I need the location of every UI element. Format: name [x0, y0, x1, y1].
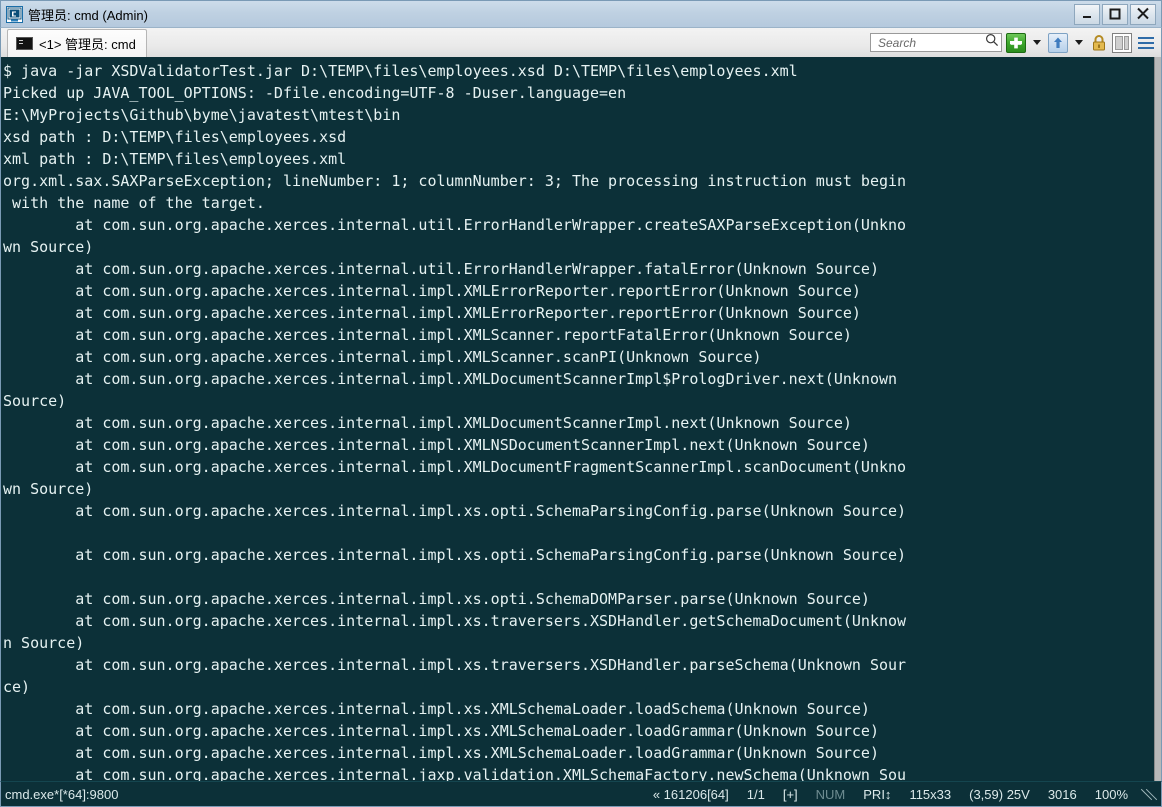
terminal-line: at com.sun.org.apache.xerces.internal.im…: [3, 700, 870, 718]
terminal-line: n Source): [3, 634, 85, 652]
search-icon[interactable]: [985, 33, 999, 52]
minimize-button[interactable]: [1074, 3, 1100, 25]
terminal-line: at com.sun.org.apache.xerces.internal.im…: [3, 370, 898, 388]
search-input[interactable]: [876, 34, 983, 51]
terminal-line: wn Source): [3, 238, 94, 256]
terminal-line: wn Source): [3, 480, 94, 498]
terminal-line: at com.sun.org.apache.xerces.internal.im…: [3, 304, 861, 322]
window-controls: [1074, 3, 1159, 25]
terminal-line: at com.sun.org.apache.xerces.internal.im…: [3, 414, 852, 432]
status-lines: 3016: [1047, 786, 1077, 802]
terminal-line: Picked up JAVA_TOOL_OPTIONS: -Dfile.enco…: [3, 84, 627, 102]
status-num: NUM: [815, 786, 846, 802]
terminal-line: at com.sun.org.apache.xerces.internal.im…: [3, 458, 907, 476]
lock-icon[interactable]: [1090, 33, 1108, 53]
terminal-line: Source): [3, 392, 67, 410]
status-process: cmd.exe*[*64]:9800: [5, 786, 119, 802]
resize-grip[interactable]: [1141, 786, 1157, 802]
terminal-output[interactable]: $ java -jar XSDValidatorTest.jar D:\TEMP…: [1, 57, 1154, 781]
terminal-line: at com.sun.org.apache.xerces.internal.im…: [3, 656, 907, 674]
new-tab-button[interactable]: [1006, 32, 1026, 53]
terminal-line: at com.sun.org.apache.xerces.internal.im…: [3, 612, 907, 630]
terminal-line: at com.sun.org.apache.xerces.internal.ut…: [3, 216, 907, 234]
tab-label: <1> 管理员: cmd: [39, 37, 136, 52]
terminal-line: at com.sun.org.apache.xerces.internal.im…: [3, 502, 907, 520]
status-plus: [+]: [782, 786, 798, 802]
terminal-line: at com.sun.org.apache.xerces.internal.ja…: [3, 766, 907, 781]
terminal-line: xml path : D:\TEMP\files\employees.xml: [3, 150, 347, 168]
terminal-line: at com.sun.org.apache.xerces.internal.im…: [3, 546, 907, 564]
terminal-line: xsd path : D:\TEMP\files\employees.xsd: [3, 128, 347, 146]
chevron-down-icon-new-tab[interactable]: [1033, 40, 1041, 45]
terminal-line: at com.sun.org.apache.xerces.internal.im…: [3, 348, 762, 366]
status-size: 115x33: [909, 786, 952, 802]
terminal-scrollbar[interactable]: [1154, 57, 1161, 781]
console-icon: [16, 37, 33, 50]
console-window-icon: [5, 5, 23, 23]
status-zoom: 100%: [1094, 786, 1128, 802]
panes-icon[interactable]: [1112, 32, 1132, 53]
info-button[interactable]: [1048, 32, 1068, 53]
terminal-line: at com.sun.org.apache.xerces.internal.im…: [3, 282, 861, 300]
status-cursor: (3,59) 25V: [969, 786, 1030, 802]
terminal-line: at com.sun.org.apache.xerces.internal.im…: [3, 326, 852, 344]
status-bar: cmd.exe*[*64]:9800 « 161206[64] 1/1 [+] …: [0, 781, 1162, 807]
menu-icon[interactable]: [1136, 33, 1156, 53]
terminal-line: with the name of the target.: [3, 194, 265, 212]
terminal-line: at com.sun.org.apache.xerces.internal.im…: [3, 436, 870, 454]
title-bar[interactable]: 管理员: cmd (Admin): [0, 0, 1162, 28]
toolbar: [870, 28, 1161, 57]
status-right-group: « 161206[64] 1/1 [+] NUM PRI↕ 115x33 (3,…: [644, 786, 1161, 802]
terminal-area[interactable]: $ java -jar XSDValidatorTest.jar D:\TEMP…: [0, 57, 1162, 781]
terminal-line: at com.sun.org.apache.xerces.internal.im…: [3, 590, 870, 608]
terminal-line: at com.sun.org.apache.xerces.internal.ut…: [3, 260, 879, 278]
window-title: 管理员: cmd (Admin): [28, 7, 148, 23]
terminal-line: $ java -jar XSDValidatorTest.jar D:\TEMP…: [3, 62, 798, 80]
tab-strip: <1> 管理员: cmd: [0, 28, 1162, 57]
terminal-line: at com.sun.org.apache.xerces.internal.im…: [3, 722, 879, 740]
status-page: 1/1: [746, 786, 765, 802]
status-build: « 161206[64]: [652, 786, 729, 802]
chevron-down-icon-info[interactable]: [1075, 40, 1083, 45]
console-window: 管理员: cmd (Admin) <1> 管理员: cmd Search $ j…: [0, 0, 1162, 807]
search-box[interactable]: [870, 33, 1002, 52]
terminal-line: org.xml.sax.SAXParseException; lineNumbe…: [3, 172, 907, 190]
terminal-line: at com.sun.org.apache.xerces.internal.im…: [3, 744, 879, 762]
terminal-line: E:\MyProjects\Github\byme\javatest\mtest…: [3, 106, 401, 124]
maximize-button[interactable]: [1102, 3, 1128, 25]
terminal-line: ce): [3, 678, 31, 696]
close-button[interactable]: [1130, 3, 1156, 25]
tab-console-1[interactable]: <1> 管理员: cmd: [7, 29, 147, 57]
status-pri: PRI↕: [863, 786, 892, 802]
